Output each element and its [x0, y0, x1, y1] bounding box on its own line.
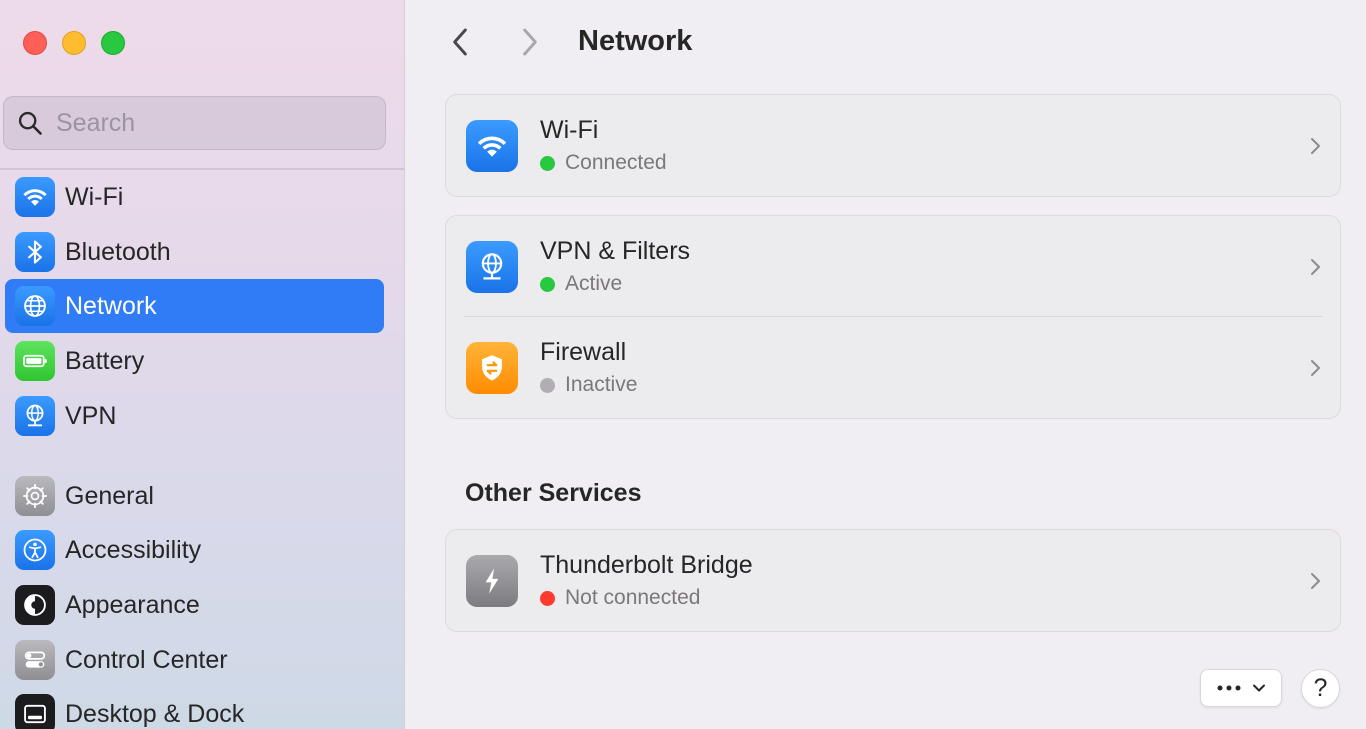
vpn-globe-icon [466, 240, 518, 293]
wifi-icon [15, 177, 55, 217]
service-row-vpn-filters[interactable]: VPN & Filters Active [446, 216, 1340, 317]
back-button[interactable] [442, 24, 478, 60]
window-controls [23, 31, 125, 55]
status-dot [540, 155, 555, 171]
wifi-icon [466, 119, 518, 172]
security-services-card: VPN & Filters Active Firewall Inactive [445, 215, 1341, 419]
bluetooth-icon [15, 232, 55, 272]
close-window-button[interactable] [23, 31, 47, 55]
chevron-right-icon [523, 28, 537, 56]
service-name: VPN & Filters [540, 237, 691, 265]
thunderbolt-icon [466, 554, 518, 607]
chevron-down-icon [1253, 684, 1265, 692]
firewall-shield-icon [466, 341, 518, 394]
sidebar-item-control-center[interactable]: Control Center [5, 633, 384, 687]
status-text: Active [565, 272, 623, 295]
service-status: Connected [540, 151, 667, 175]
globe-icon [15, 286, 55, 326]
main-content: Network Wi-Fi Connected VPN & Filters Ac… [406, 0, 1366, 729]
sidebar-item-accessibility[interactable]: Accessibility [5, 523, 384, 577]
sidebar-item-label: General [65, 481, 154, 510]
search-field[interactable] [3, 96, 386, 150]
service-name: Thunderbolt Bridge [540, 551, 753, 579]
sidebar-item-general[interactable]: General [5, 469, 384, 523]
service-name: Wi-Fi [540, 116, 599, 144]
ellipsis-icon [1217, 685, 1241, 691]
service-row-thunderbolt-bridge[interactable]: Thunderbolt Bridge Not connected [446, 530, 1340, 631]
sidebar-item-label: Network [65, 291, 157, 320]
minimize-window-button[interactable] [62, 31, 86, 55]
sidebar-item-battery[interactable]: Battery [5, 334, 384, 388]
service-row-wifi[interactable]: Wi-Fi Connected [446, 95, 1340, 196]
sidebar-item-label: Wi-Fi [65, 182, 124, 211]
sidebar-item-label: Desktop & Dock [65, 699, 245, 728]
accessibility-icon [15, 530, 55, 570]
sidebar-item-wifi[interactable]: Wi-Fi [5, 170, 384, 224]
more-actions-button[interactable] [1200, 669, 1282, 707]
sidebar-item-label: Accessibility [65, 535, 202, 564]
vpn-globe-icon [15, 396, 55, 436]
page-title: Network [578, 25, 693, 57]
zoom-window-button[interactable] [101, 31, 125, 55]
service-status: Active [540, 272, 690, 296]
dock-icon [15, 694, 55, 729]
forward-button[interactable] [512, 24, 548, 60]
sidebar-item-label: Battery [65, 346, 145, 375]
sidebar-item-label: Appearance [65, 590, 200, 619]
appearance-icon [15, 585, 55, 625]
chevron-right-icon [1311, 359, 1320, 376]
gear-icon [15, 476, 55, 516]
sidebar-item-appearance[interactable]: Appearance [5, 578, 384, 632]
chevron-left-icon [453, 28, 467, 56]
sidebar-item-label: VPN [65, 401, 117, 430]
service-name: Firewall [540, 338, 627, 366]
status-text: Connected [565, 151, 667, 174]
control-center-icon [15, 640, 55, 680]
other-services-card: Thunderbolt Bridge Not connected [445, 529, 1341, 632]
status-dot [540, 590, 555, 606]
status-text: Inactive [565, 373, 638, 396]
sidebar: Wi-Fi Bluetooth Network Battery VPN Gene… [0, 0, 405, 729]
status-dot [540, 276, 555, 292]
sidebar-item-bluetooth[interactable]: Bluetooth [5, 225, 384, 279]
chevron-right-icon [1311, 258, 1320, 275]
sidebar-item-vpn[interactable]: VPN [5, 389, 384, 443]
status-dot [540, 377, 555, 393]
search-input[interactable] [56, 108, 356, 138]
other-services-heading: Other Services [465, 479, 642, 507]
chevron-right-icon [1311, 572, 1320, 589]
chevron-right-icon [1311, 137, 1320, 154]
service-status: Not connected [540, 586, 753, 610]
sidebar-item-label: Control Center [65, 645, 228, 674]
battery-icon [15, 341, 55, 381]
sidebar-item-desktop-dock[interactable]: Desktop & Dock [5, 687, 384, 729]
service-status: Inactive [540, 373, 637, 397]
sidebar-item-network[interactable]: Network [5, 279, 384, 333]
search-icon [18, 111, 42, 135]
service-row-firewall[interactable]: Firewall Inactive [446, 317, 1340, 418]
help-button[interactable]: ? [1301, 669, 1340, 708]
status-text: Not connected [565, 586, 701, 609]
sidebar-item-label: Bluetooth [65, 237, 171, 266]
wifi-service-card: Wi-Fi Connected [445, 94, 1341, 197]
